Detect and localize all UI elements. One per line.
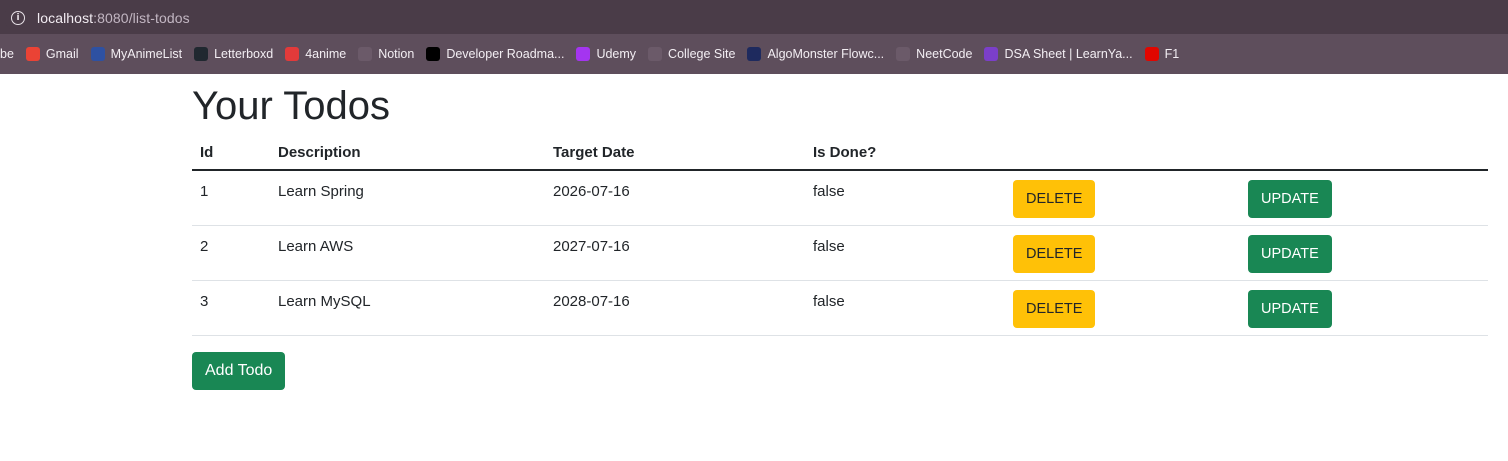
table-header-row: Id Description Target Date Is Done?: [192, 136, 1488, 171]
bookmark-item[interactable]: DSA Sheet | LearnYa...: [978, 40, 1138, 68]
bookmark-label: Developer Roadma...: [446, 47, 565, 61]
bookmark-label: DSA Sheet | LearnYa...: [1004, 47, 1133, 61]
update-button[interactable]: UPDATE: [1248, 180, 1332, 218]
add-todo-button[interactable]: Add Todo: [192, 351, 286, 390]
todos-table: Id Description Target Date Is Done? 1 Lea…: [192, 136, 1488, 336]
cell-description: Learn AWS: [270, 225, 545, 281]
bookmark-label: NeetCode: [916, 47, 973, 61]
bookmarks-bar: be Gmail MyAnimeList Letterboxd 4anime Notion…: [0, 34, 1508, 74]
cell-target-date: 2028-07-16: [545, 280, 805, 336]
cell-update: UPDATE: [1240, 225, 1488, 281]
bookmark-label: F1: [1164, 47, 1180, 61]
bookmark-item[interactable]: NeetCode: [890, 40, 978, 68]
cell-delete: DELETE: [1005, 280, 1240, 336]
cell-is-done: false: [805, 170, 1005, 226]
browser-address-bar: i localhost:8080/list-todos: [0, 0, 1508, 34]
bookmark-item[interactable]: MyAnimeList: [85, 40, 189, 68]
update-button[interactable]: UPDATE: [1248, 289, 1332, 328]
cell-delete: DELETE: [1005, 170, 1240, 226]
bookmark-item[interactable]: be: [0, 40, 20, 68]
bookmark-label: College Site: [668, 47, 736, 61]
myanimelist-icon: [90, 47, 105, 61]
page-title: Your Todos: [192, 84, 390, 128]
cell-is-done: false: [805, 280, 1005, 336]
notion-icon: [358, 47, 373, 61]
delete-button[interactable]: DELETE: [1013, 289, 1096, 328]
column-header-update: [1240, 136, 1488, 171]
bookmark-label: be: [0, 47, 14, 61]
bookmark-item[interactable]: Developer Roadma...: [420, 40, 570, 68]
cell-delete: DELETE: [1005, 225, 1240, 281]
bookmark-label: Notion: [378, 47, 415, 61]
column-header-target-date: Target Date: [545, 136, 805, 171]
delete-button[interactable]: DELETE: [1013, 180, 1096, 218]
cell-target-date: 2026-07-16: [545, 170, 805, 226]
bookmark-item[interactable]: Gmail: [20, 40, 85, 68]
url-field[interactable]: i localhost:8080/list-todos: [4, 3, 1508, 32]
learnyard-icon: [984, 47, 999, 61]
column-header-delete: [1005, 136, 1240, 171]
cell-update: UPDATE: [1240, 170, 1488, 226]
url-host: localhost: [37, 9, 94, 26]
udemy-icon: [576, 47, 591, 61]
bookmark-label: 4anime: [305, 47, 347, 61]
column-header-is-done: Is Done?: [805, 136, 1005, 171]
cell-id: 1: [192, 170, 270, 226]
roadmap-icon: [426, 47, 441, 61]
update-button[interactable]: UPDATE: [1248, 234, 1332, 273]
cell-id: 2: [192, 225, 270, 281]
gmail-icon: [25, 47, 40, 61]
cell-update: UPDATE: [1240, 280, 1488, 336]
bookmark-label: MyAnimeList: [110, 47, 183, 61]
bookmark-item[interactable]: Letterboxd: [188, 40, 279, 68]
delete-button[interactable]: DELETE: [1013, 234, 1096, 273]
bookmark-label: AlgoMonster Flowc...: [767, 47, 885, 61]
site-info-icon[interactable]: i: [11, 10, 25, 25]
cell-id: 3: [192, 280, 270, 336]
cell-target-date: 2027-07-16: [545, 225, 805, 281]
main-content: Your Todos Id Description Target Date Is…: [192, 74, 1488, 390]
bookmark-item[interactable]: 4anime: [279, 40, 352, 68]
bookmark-item[interactable]: F1: [1139, 40, 1186, 68]
table-row: 2 Learn AWS 2027-07-16 false DELETE UPDATE: [192, 225, 1488, 281]
bookmark-label: Gmail: [45, 47, 79, 61]
bookmark-item[interactable]: AlgoMonster Flowc...: [741, 40, 890, 68]
bookmark-item[interactable]: Udemy: [570, 40, 642, 68]
bookmark-item[interactable]: College Site: [642, 40, 741, 68]
url-text[interactable]: localhost:8080/list-todos: [37, 10, 190, 26]
algomonster-icon: [747, 47, 762, 61]
bookmark-label: Letterboxd: [214, 47, 274, 61]
letterboxd-icon: [194, 47, 209, 61]
bookmark-label: Udemy: [596, 47, 637, 61]
table-row: 1 Learn Spring 2026-07-16 false DELETE UPDATE: [192, 170, 1488, 226]
cell-is-done: false: [805, 225, 1005, 281]
4anime-icon: [285, 47, 300, 61]
neetcode-icon: [896, 47, 911, 61]
cell-description: Learn MySQL: [270, 280, 545, 336]
url-path: :8080/list-todos: [93, 9, 190, 26]
column-header-description: Description: [270, 136, 545, 171]
f1-icon: [1144, 47, 1159, 61]
globe-icon: [648, 47, 663, 61]
column-header-id: Id: [192, 136, 270, 171]
cell-description: Learn Spring: [270, 170, 545, 226]
bookmark-item[interactable]: Notion: [352, 40, 420, 68]
table-row: 3 Learn MySQL 2028-07-16 false DELETE UPDATE: [192, 280, 1488, 336]
